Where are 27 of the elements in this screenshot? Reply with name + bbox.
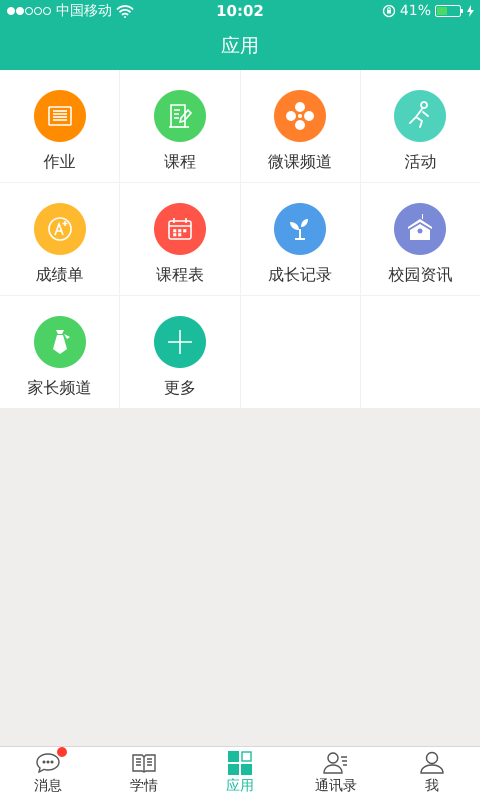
wifi-icon xyxy=(116,4,134,18)
app-tile[interactable]: 课程 xyxy=(120,70,240,182)
chat-icon xyxy=(35,751,61,775)
tab-item[interactable]: 消息 xyxy=(0,747,96,800)
signal-icon xyxy=(6,6,52,16)
person-icon xyxy=(419,751,445,775)
tab-item[interactable]: 学情 xyxy=(96,747,192,800)
tab-item[interactable]: 通讯录 xyxy=(288,747,384,800)
tab-item[interactable]: 我 xyxy=(384,747,480,800)
app-tile[interactable]: 家长频道 xyxy=(0,296,120,408)
charging-bolt-icon xyxy=(467,5,474,17)
app-tile[interactable]: 更多 xyxy=(120,296,240,408)
app-tile[interactable]: 微课频道 xyxy=(240,70,360,182)
contacts-icon xyxy=(323,751,349,775)
grid-icon xyxy=(227,751,253,775)
app-tile[interactable]: 校园资讯 xyxy=(360,183,480,295)
app-tile[interactable]: 活动 xyxy=(360,70,480,182)
battery-icon xyxy=(435,5,463,17)
app-tile[interactable]: 成长记录 xyxy=(240,183,360,295)
battery-percent: 41% xyxy=(400,3,431,19)
clock-time: 10:02 xyxy=(216,2,264,20)
app-tile[interactable]: 课程表 xyxy=(120,183,240,295)
carrier-name: 中国移动 xyxy=(56,2,112,20)
app-tile[interactable]: 作业 xyxy=(0,70,120,182)
rotation-lock-icon xyxy=(382,4,396,18)
page-title: 应用 xyxy=(221,34,259,59)
app-tile[interactable]: 成绩单 xyxy=(0,183,120,295)
